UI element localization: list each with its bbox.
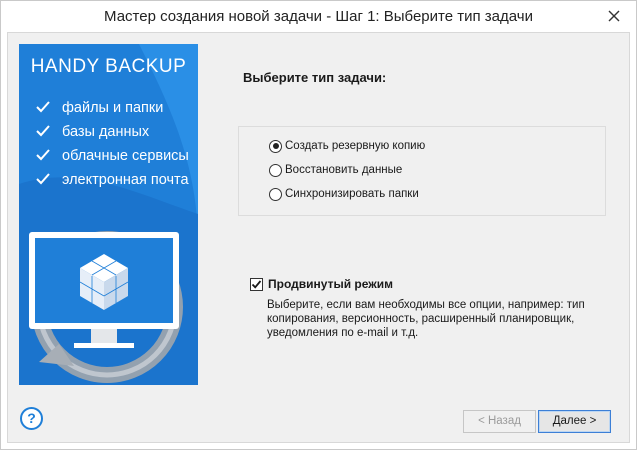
product-banner: HANDY BACKUP файлы и папки базы данных о… <box>19 44 198 385</box>
radio-label[interactable]: Синхронизировать папки <box>285 188 419 200</box>
advanced-mode-label[interactable]: Продвинутый режим <box>268 277 393 291</box>
window-title: Мастер создания новой задачи - Шаг 1: Вы… <box>104 8 533 25</box>
wizard-window: Мастер создания новой задачи - Шаг 1: Вы… <box>0 0 637 450</box>
feature-label: облачные сервисы <box>62 148 189 164</box>
feature-label: базы данных <box>62 124 150 140</box>
radio-label[interactable]: Восстановить данные <box>285 164 402 176</box>
feature-item: облачные сервисы <box>36 144 189 168</box>
radio-button[interactable] <box>269 163 282 177</box>
close-icon[interactable] <box>604 6 624 26</box>
title-bar: Мастер создания новой задачи - Шаг 1: Вы… <box>1 1 636 32</box>
feature-item: файлы и папки <box>36 96 189 120</box>
radio-label[interactable]: Создать резервную копию <box>285 140 425 152</box>
feature-label: электронная почта <box>62 172 189 188</box>
checkmark-icon <box>251 279 262 289</box>
task-type-group: Создать резервную копию Восстановить дан… <box>238 126 606 216</box>
feature-label: файлы и папки <box>62 100 164 116</box>
feature-list: файлы и папки базы данных облачные серви… <box>36 96 189 192</box>
checkbox[interactable] <box>250 277 263 291</box>
radio-button[interactable] <box>269 139 282 153</box>
back-button[interactable]: < Назад <box>463 410 536 433</box>
checkmark-icon <box>36 173 50 185</box>
checkmark-icon <box>36 149 50 161</box>
next-button[interactable]: Далее > <box>538 410 611 433</box>
advanced-mode-checkbox[interactable]: Продвинутый режим <box>250 276 393 292</box>
radio-sync-folders[interactable]: Синхронизировать папки <box>269 185 419 203</box>
radio-restore-data[interactable]: Восстановить данные <box>269 161 402 179</box>
radio-create-backup[interactable]: Создать резервную копию <box>269 137 425 155</box>
checkmark-icon <box>36 125 50 137</box>
radio-button[interactable] <box>269 187 282 201</box>
feature-item: электронная почта <box>36 168 189 192</box>
feature-item: базы данных <box>36 120 189 144</box>
help-button[interactable]: ? <box>20 407 43 430</box>
advanced-mode-description: Выберите, если вам необходимы все опции,… <box>267 299 585 339</box>
task-type-heading: Выберите тип задачи: <box>243 70 387 85</box>
brand-logo: HANDY BACKUP <box>30 56 187 77</box>
wizard-body: HANDY BACKUP файлы и папки базы данных о… <box>7 32 630 443</box>
checkmark-icon <box>36 101 50 113</box>
